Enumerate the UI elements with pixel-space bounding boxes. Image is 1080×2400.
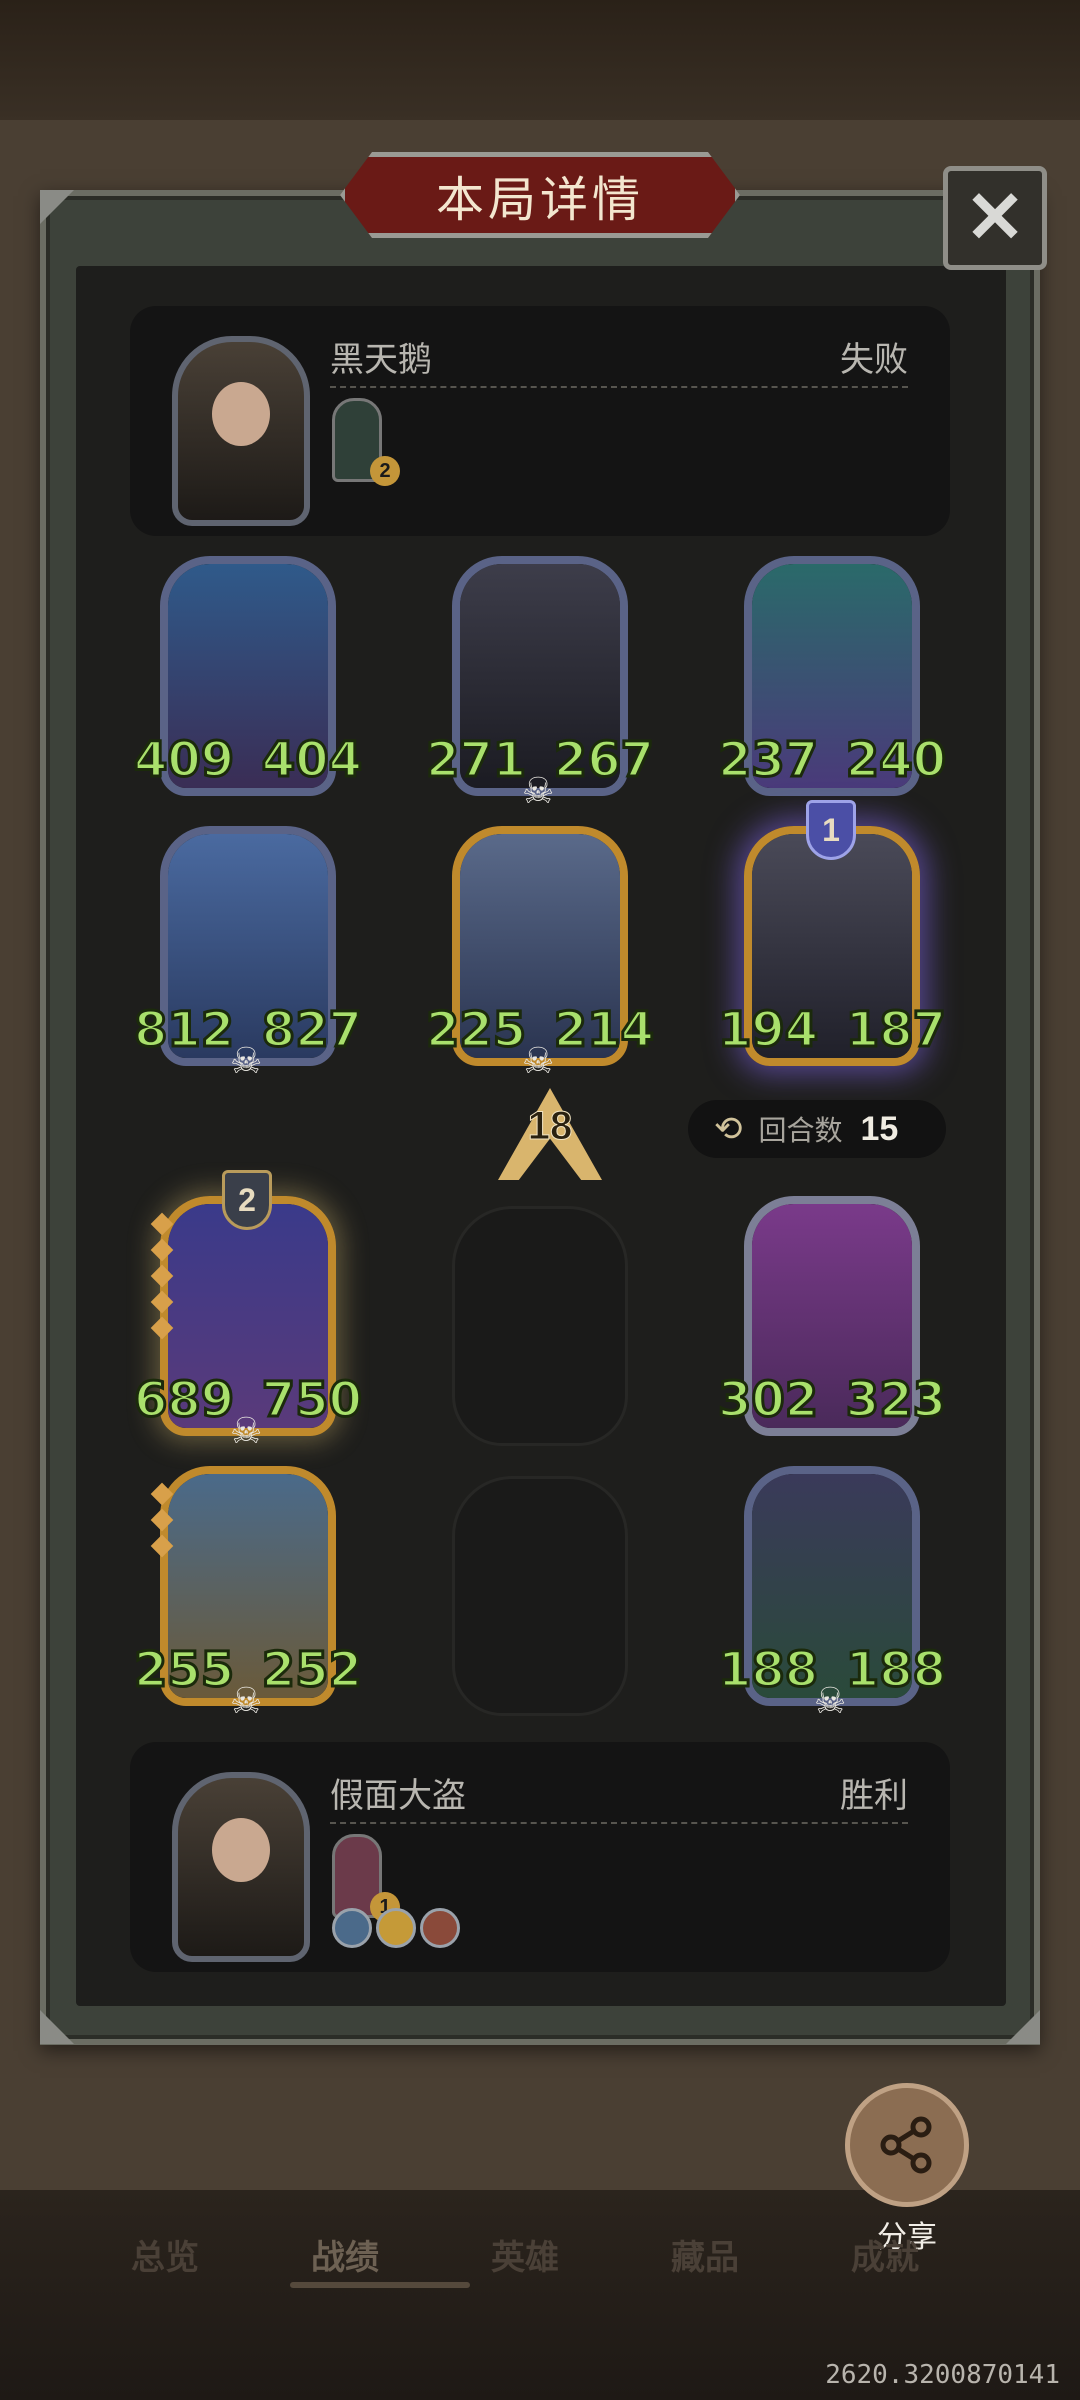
hero-attack: 194 xyxy=(716,1002,819,1058)
hero-health: 404 xyxy=(260,732,363,788)
tab-overview[interactable]: 总览 xyxy=(110,2230,220,2280)
close-button[interactable]: ✕ xyxy=(943,166,1047,270)
skull-icon: ☠ xyxy=(230,1410,263,1451)
cycle-icon: ⟲ xyxy=(714,1110,743,1148)
rounds-value: 15 xyxy=(860,1109,899,1148)
page-title: 本局详情 xyxy=(435,172,644,228)
opponent-result: 失败 xyxy=(840,340,908,380)
hero-health: 750 xyxy=(260,1372,363,1428)
level-pip xyxy=(150,1264,174,1288)
hero-card[interactable]: 255 252 ☠ xyxy=(132,1466,364,1721)
level-pip xyxy=(150,1316,174,1340)
hero-attack: 271 xyxy=(424,732,527,788)
hero-health: 252 xyxy=(260,1642,363,1698)
hero-health: 187 xyxy=(844,1002,947,1058)
shield-trinket-icon[interactable] xyxy=(420,1908,460,1948)
hero-attack: 812 xyxy=(132,1002,235,1058)
hero-card[interactable]: 188 188 ☠ xyxy=(716,1466,948,1721)
opponent-avatar[interactable] xyxy=(172,336,310,526)
hero-attack: 255 xyxy=(132,1642,235,1698)
skull-icon: ☠ xyxy=(814,1680,847,1721)
hero-card[interactable]: 302 323 xyxy=(716,1196,948,1436)
player-name: 假面大盗 xyxy=(330,1776,466,1816)
hero-attack: 302 xyxy=(716,1372,819,1428)
level-pip xyxy=(150,1238,174,1262)
skull-icon: ☠ xyxy=(522,1040,555,1081)
opponent-card: 黑天鹅 失败 2 xyxy=(130,306,950,536)
hero-card[interactable]: 812 827 ☠ xyxy=(132,826,364,1081)
level-pip xyxy=(150,1534,174,1558)
hero-level-pips xyxy=(150,1212,174,1346)
hero-health: 323 xyxy=(844,1372,947,1428)
level-pip xyxy=(150,1508,174,1532)
avatar-face xyxy=(212,382,270,446)
hero-health: 214 xyxy=(552,1002,655,1058)
hero-attack: 689 xyxy=(132,1372,235,1428)
empty-board-slot xyxy=(452,1476,628,1716)
player-avatar[interactable] xyxy=(172,1772,310,1962)
bottom-tab-bar: 总览 战绩 英雄 藏品 成就 xyxy=(110,2230,940,2280)
hero-attack: 188 xyxy=(716,1642,819,1698)
opponent-name: 黑天鹅 xyxy=(330,340,432,380)
share-button[interactable] xyxy=(845,2083,969,2207)
hero-attack: 237 xyxy=(716,732,819,788)
hero-card[interactable]: 1 194 187 xyxy=(716,800,948,1066)
skull-icon: ☠ xyxy=(230,1040,263,1081)
hero-attack: 409 xyxy=(132,732,235,788)
hero-attack: 225 xyxy=(424,1002,527,1058)
hero-health: 240 xyxy=(844,732,947,788)
rounds-label: 回合数 xyxy=(758,1114,843,1147)
tier-level: 18 xyxy=(527,1104,573,1149)
hero-card[interactable]: 271 267 ☠ xyxy=(424,556,656,811)
crown-trinket-icon[interactable] xyxy=(376,1908,416,1948)
skull-icon: ☠ xyxy=(522,770,555,811)
divider xyxy=(330,386,908,388)
hero-star-badge: 2 xyxy=(222,1170,272,1230)
hero-card[interactable]: 237 240 xyxy=(716,556,948,796)
tab-records[interactable]: 战绩 xyxy=(290,2230,400,2280)
empty-board-slot xyxy=(452,1206,628,1446)
hero-health: 827 xyxy=(260,1002,363,1058)
level-pip xyxy=(150,1482,174,1506)
share-icon xyxy=(880,2116,932,2174)
hero-card[interactable]: 225 214 ☠ xyxy=(424,826,656,1081)
version-text: 2620.3200870141 xyxy=(825,2360,1060,2390)
tab-achievements[interactable]: 成就 xyxy=(830,2230,940,2280)
avatar-face xyxy=(212,1818,270,1882)
hero-health: 267 xyxy=(552,732,655,788)
divider xyxy=(330,1822,908,1824)
player-card: 假面大盗 胜利 1 xyxy=(130,1742,950,1972)
tab-heroes[interactable]: 英雄 xyxy=(470,2230,580,2280)
title-banner: 本局详情 xyxy=(340,152,740,238)
tab-collection[interactable]: 藏品 xyxy=(650,2230,760,2280)
rounds-indicator: ⟲ 回合数 15 xyxy=(688,1100,946,1158)
close-icon: ✕ xyxy=(964,178,1026,258)
sword-trinket-icon[interactable] xyxy=(332,1908,372,1948)
level-pip xyxy=(150,1212,174,1236)
hero-health: 188 xyxy=(844,1642,947,1698)
skull-icon: ☠ xyxy=(230,1680,263,1721)
hero-star-badge: 1 xyxy=(806,800,856,860)
hero-card[interactable]: 2 689 750 ☠ xyxy=(132,1170,364,1451)
player-result: 胜利 xyxy=(840,1776,908,1816)
hero-card[interactable]: 409 404 xyxy=(132,556,364,796)
opponent-item-level-badge: 2 xyxy=(370,456,400,486)
hero-level-pips xyxy=(150,1482,174,1564)
level-pip xyxy=(150,1290,174,1314)
active-tab-underline xyxy=(290,2282,470,2288)
background-top xyxy=(0,0,1080,130)
